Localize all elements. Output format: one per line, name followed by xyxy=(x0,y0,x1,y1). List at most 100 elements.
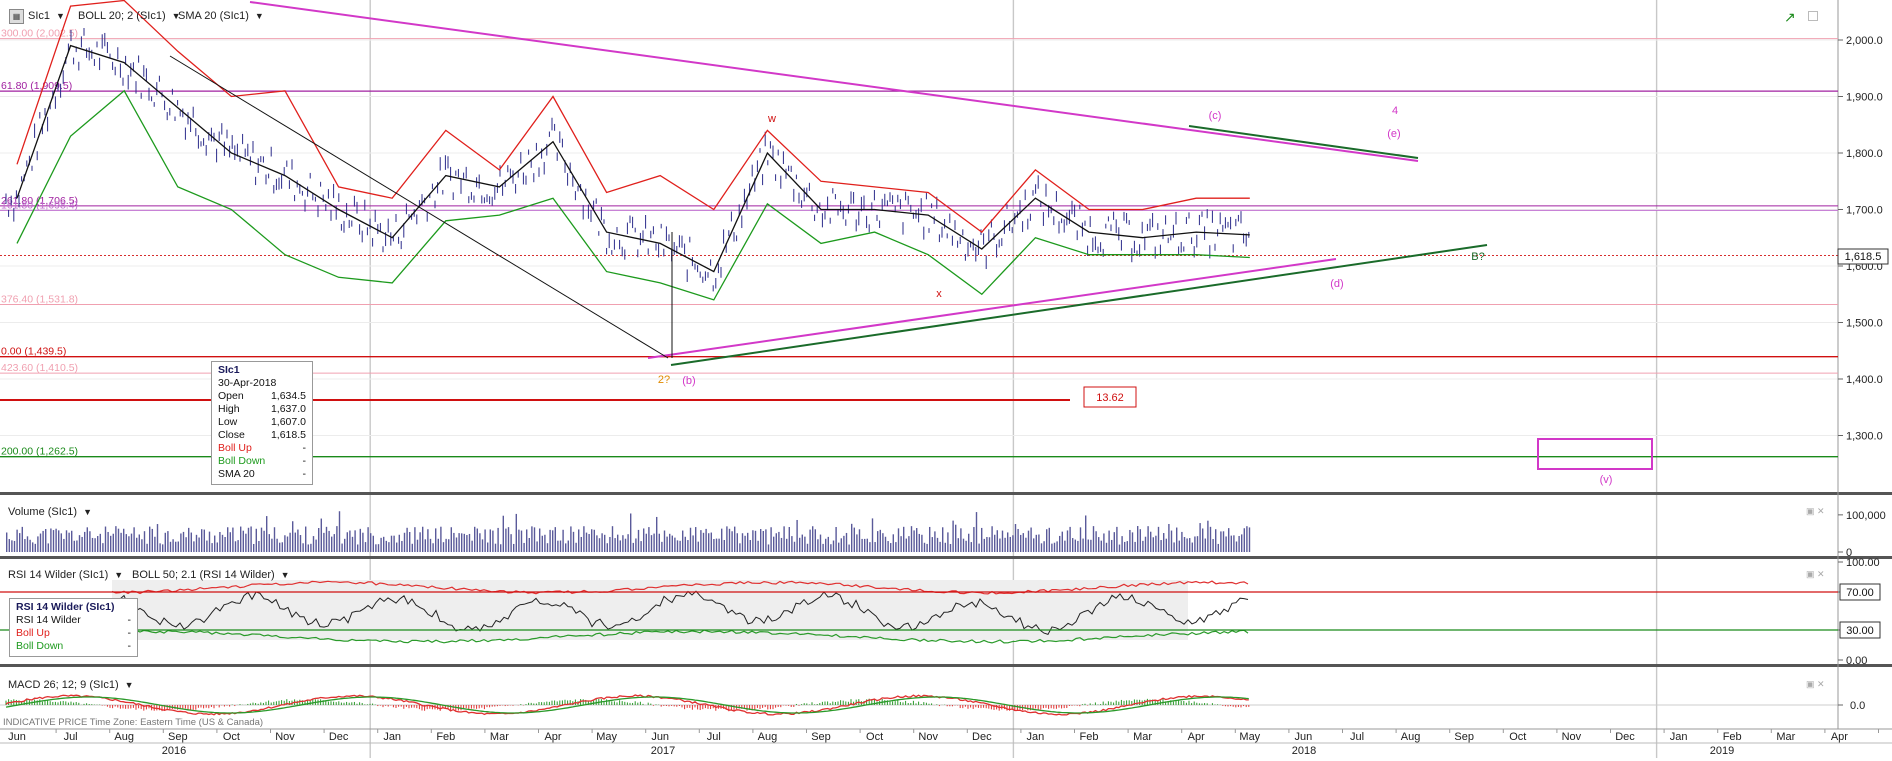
tooltip-row: Close 1,618.5 xyxy=(218,429,306,442)
volume-bar xyxy=(1040,543,1043,552)
volume-bar xyxy=(843,535,845,552)
volume-bar xyxy=(221,534,224,552)
macd-panel[interactable] xyxy=(0,668,1838,729)
volume-bar xyxy=(349,530,351,552)
maximize-icon[interactable]: ▣ xyxy=(1806,569,1815,579)
maximize-icon[interactable]: ▣ xyxy=(1806,679,1815,689)
volume-bar xyxy=(991,526,993,552)
macd-header[interactable]: MACD 26; 12; 9 (SIc1) ▼ xyxy=(8,679,134,691)
volume-bar xyxy=(305,526,307,552)
month-tick-label: Jul xyxy=(707,731,721,743)
volume-bar xyxy=(487,542,489,552)
volume-bar xyxy=(1209,526,1212,552)
volume-bar xyxy=(713,539,715,552)
volume-bar xyxy=(827,536,829,552)
volume-bar xyxy=(1069,526,1071,552)
volume-bar xyxy=(814,529,816,552)
tooltip-title: SIc1 xyxy=(218,364,240,376)
volume-bar xyxy=(622,535,624,552)
volume-bar xyxy=(658,533,660,552)
volume-bar xyxy=(695,527,697,552)
panel-divider[interactable] xyxy=(0,556,1892,559)
chevron-down-icon[interactable]: ▼ xyxy=(83,507,92,517)
wave-label-b: B? xyxy=(1471,251,1484,263)
main-instrument-header[interactable]: SIc1 ▼ xyxy=(28,10,65,22)
volume-bar xyxy=(1233,535,1235,552)
rsi-header[interactable]: RSI 14 Wilder (SIc1) ▼ xyxy=(8,569,123,581)
volume-bar xyxy=(1248,527,1251,552)
volume-bar xyxy=(71,530,73,552)
volume-bar xyxy=(723,539,725,552)
volume-bar xyxy=(539,528,541,552)
panel-divider[interactable] xyxy=(0,664,1892,667)
volume-bar xyxy=(34,543,36,552)
panel-controls-macd[interactable]: ▣ ✕ xyxy=(1806,679,1825,690)
panel-controls-volume[interactable]: ▣ ✕ xyxy=(1806,506,1825,517)
volume-bar xyxy=(1186,538,1188,552)
volume-bar xyxy=(149,526,151,552)
volume-bar xyxy=(728,528,731,552)
close-icon[interactable]: ✕ xyxy=(1817,506,1825,516)
volume-bar xyxy=(81,536,83,552)
volume-bar xyxy=(315,539,317,552)
chart-type-icon[interactable]: ▦ xyxy=(9,9,24,24)
trend-icon[interactable]: ↗ xyxy=(1784,9,1796,26)
close-icon[interactable]: ✕ xyxy=(1817,569,1825,579)
chevron-down-icon[interactable]: ▼ xyxy=(125,680,134,690)
volume-bar xyxy=(705,528,707,552)
volume-bar xyxy=(921,534,923,552)
tooltip-row: Low 1,607.0 xyxy=(218,416,306,429)
panel-controls-rsi[interactable]: ▣ ✕ xyxy=(1806,569,1825,580)
chevron-down-icon[interactable]: ▼ xyxy=(56,11,65,21)
volume-bar xyxy=(331,536,333,552)
boll-header[interactable]: BOLL 20; 2 (SIc1) ▼ xyxy=(78,10,181,22)
volume-bar xyxy=(687,540,689,552)
volume-bar xyxy=(1144,536,1147,552)
volume-bar xyxy=(536,541,538,552)
volume-bar xyxy=(133,527,135,552)
tooltip-label: Boll Up xyxy=(16,627,50,639)
chevron-down-icon[interactable]: ▼ xyxy=(114,570,123,580)
month-tick-label: Jul xyxy=(1350,731,1364,743)
volume-bar xyxy=(195,534,198,552)
volume-bar xyxy=(419,532,421,552)
month-tick-label: May xyxy=(1239,731,1260,743)
volume-bar xyxy=(60,533,62,552)
panel-divider[interactable] xyxy=(0,492,1892,495)
volume-bar xyxy=(19,533,21,552)
volume-bar xyxy=(328,530,330,552)
wave-label-w: w xyxy=(767,113,776,125)
volume-bar xyxy=(1230,535,1232,552)
volume-header[interactable]: Volume (SIc1) ▼ xyxy=(8,506,92,518)
close-icon[interactable]: ✕ xyxy=(1817,679,1825,689)
volume-bar xyxy=(1025,537,1027,552)
volume-bar xyxy=(229,532,231,552)
volume-bar xyxy=(554,527,556,552)
sma-header[interactable]: SMA 20 (SIc1) ▼ xyxy=(178,10,264,22)
volume-bar xyxy=(575,542,577,552)
tooltip-value: 1,637.0 xyxy=(270,403,306,415)
volume-bar xyxy=(429,538,432,552)
volume-bar xyxy=(403,532,406,552)
volume-bar xyxy=(1027,530,1030,552)
price-tick-label: 1,300.0 xyxy=(1846,431,1883,443)
volume-bar xyxy=(656,516,658,552)
maximize-icon[interactable] xyxy=(1808,11,1818,21)
volume-bar xyxy=(936,537,939,552)
volume-bar xyxy=(866,538,868,552)
volume-bar xyxy=(11,540,13,552)
volume-bar xyxy=(78,535,81,552)
chevron-down-icon[interactable]: ▼ xyxy=(281,570,290,580)
volume-bar xyxy=(271,538,273,552)
rsi-boll-header[interactable]: BOLL 50; 2.1 (RSI 14 Wilder) ▼ xyxy=(132,569,290,581)
volume-bar xyxy=(258,541,260,552)
chevron-down-icon[interactable]: ▼ xyxy=(255,11,264,21)
volume-bar xyxy=(1150,531,1152,552)
volume-bar xyxy=(107,531,109,552)
volume-bar xyxy=(757,540,759,552)
volume-bar xyxy=(1183,537,1186,552)
volume-bar xyxy=(879,529,881,552)
volume-bar xyxy=(505,528,507,552)
volume-bar xyxy=(216,542,218,552)
maximize-icon[interactable]: ▣ xyxy=(1806,506,1815,516)
